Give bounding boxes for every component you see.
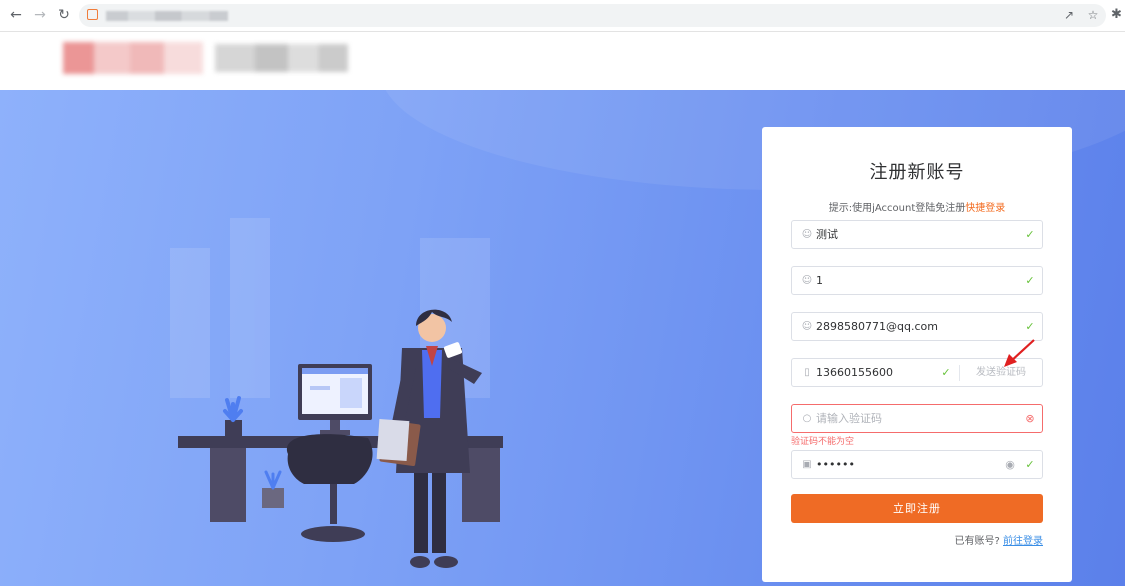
back-icon[interactable]: ← — [7, 6, 25, 24]
star-icon[interactable]: ☆ — [1086, 8, 1100, 22]
check-circle-icon: ✓ — [1025, 320, 1035, 333]
small-plant-pot — [262, 488, 284, 508]
verification-code-field[interactable]: ○ 请输入验证码 ⊗ — [791, 404, 1043, 433]
has-account-text: 已有账号? — [954, 536, 1000, 547]
forward-icon[interactable]: → — [31, 6, 49, 24]
annotation-arrow-icon — [1004, 339, 1035, 367]
nickname-field[interactable]: ☺ 测试 ✓ — [791, 220, 1043, 249]
check-circle-icon: ✓ — [1025, 274, 1035, 287]
code-placeholder: 请输入验证码 — [816, 412, 882, 425]
phone-value: 13660155600 — [816, 366, 893, 379]
check-circle-icon: ✓ — [1025, 458, 1035, 471]
lock-icon: ▣ — [802, 459, 812, 470]
share-icon[interactable]: ↗ — [1062, 8, 1076, 22]
hint-text: 提示:使用jAccount登陆免注册 — [828, 203, 966, 214]
plant-pot — [225, 420, 242, 436]
puzzle-icon[interactable]: ✱ — [1111, 7, 1125, 23]
username-value: 1 — [816, 274, 823, 287]
redacted-url — [106, 11, 228, 21]
login-hint: 提示:使用jAccount登陆免注册快捷登录 — [762, 199, 1072, 214]
user-icon: ☺ — [801, 321, 813, 332]
user-icon: ☺ — [801, 229, 813, 240]
password-field[interactable]: ▣ •••••• ◉ ✓ — [791, 450, 1043, 479]
site-header — [0, 32, 1125, 90]
redacted-site-name — [215, 44, 348, 72]
site-favicon-icon — [87, 9, 98, 20]
username-field[interactable]: ☺ 1 ✓ — [791, 266, 1043, 295]
user-icon: ☺ — [801, 275, 813, 286]
plant-leaves — [223, 396, 243, 422]
email-value: 2898580771@qq.com — [816, 320, 938, 333]
check-circle-icon: ✓ — [941, 366, 951, 379]
code-error-message: 验证码不能为空 — [791, 437, 855, 447]
login-prompt: 已有账号? 前往登录 — [955, 532, 1044, 547]
eye-icon[interactable]: ◉ — [1004, 458, 1016, 472]
mobile-icon: ▯ — [804, 367, 810, 378]
message-icon: ○ — [802, 413, 812, 424]
register-button[interactable]: 立即注册 — [791, 494, 1043, 523]
redacted-logo — [63, 42, 203, 74]
address-bar[interactable]: ↗ ☆ — [79, 4, 1106, 27]
quick-login-link[interactable]: 快捷登录 — [965, 203, 1005, 214]
nickname-value: 测试 — [816, 228, 838, 241]
browser-toolbar: ← → ↻ ↗ ☆ ✱ — [0, 0, 1125, 32]
go-login-link[interactable]: 前往登录 — [1003, 536, 1043, 547]
check-circle-icon: ✓ — [1025, 228, 1035, 241]
error-circle-icon: ⊗ — [1025, 412, 1035, 425]
password-value: •••••• — [816, 458, 855, 471]
reload-icon[interactable]: ↻ — [55, 6, 73, 24]
chair-seat — [286, 434, 373, 484]
office-illustration — [170, 218, 503, 568]
desk-leg-left — [210, 448, 246, 522]
page-title: 注册新账号 — [869, 162, 965, 183]
